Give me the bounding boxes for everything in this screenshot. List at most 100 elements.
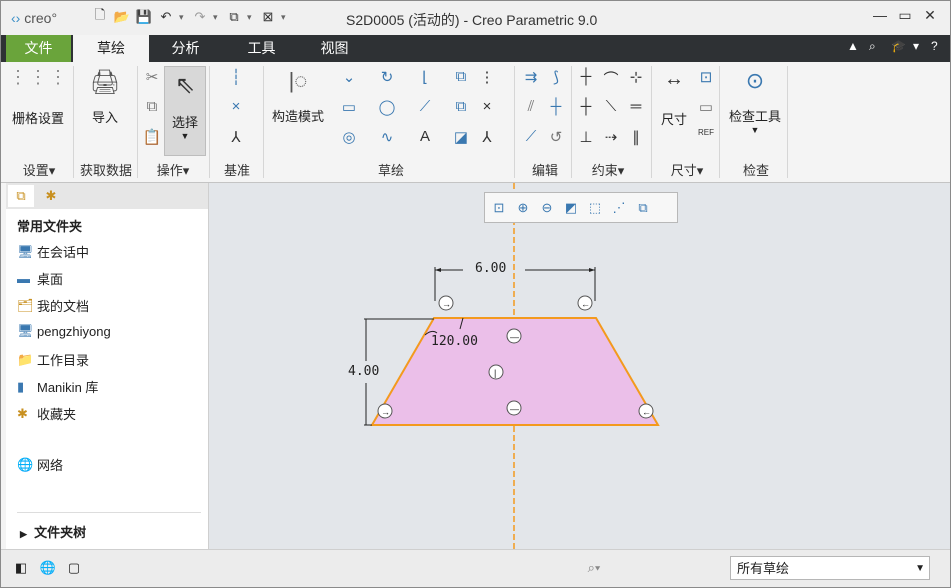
save-icon[interactable]: 💾: [135, 8, 153, 26]
palette-icon[interactable]: ◪: [451, 128, 471, 146]
width-dimension-label[interactable]: 6.00: [475, 261, 506, 276]
zoom-out-icon[interactable]: ⊖: [537, 198, 557, 218]
delete-segment-icon[interactable]: ⟆: [546, 68, 566, 86]
list-item-working-directory[interactable]: 📁 工作目录: [17, 350, 89, 369]
fillet-icon[interactable]: ⌊: [415, 68, 435, 86]
list-item-my-documents[interactable]: 🗂 我的文档: [17, 296, 89, 315]
toggle-browser-icon[interactable]: 🌐: [38, 560, 58, 580]
coincident-constraint-icon[interactable]: ⟍: [601, 98, 621, 115]
full-screen-icon[interactable]: ▢: [64, 560, 84, 580]
copy-icon[interactable]: ⧉: [142, 98, 162, 115]
rotate-resize-icon[interactable]: ↺: [546, 128, 566, 146]
list-item-favorites[interactable]: ✱ 收藏夹: [17, 404, 76, 423]
selection-filter-dropdown[interactable]: 所有草绘 ▼: [730, 556, 930, 580]
construction-mode-button[interactable]: |◌ 构造模式: [269, 68, 327, 125]
thicken-icon[interactable]: ⧉: [451, 98, 471, 115]
paste-icon[interactable]: 📋: [142, 128, 162, 146]
import-button[interactable]: 🖨 导入: [85, 68, 125, 126]
group-label-constraints[interactable]: 约束▾: [583, 160, 633, 179]
inspect-tool-button[interactable]: ⊙ 检查工具 ▼: [727, 68, 783, 135]
list-item-manikin-library[interactable]: ▮ Manikin 库: [17, 377, 98, 396]
help-question-icon[interactable]: ?: [931, 39, 938, 53]
horizontal-constraint-icon[interactable]: ┼: [576, 98, 596, 115]
group-label-dimension[interactable]: 尺寸▾: [665, 160, 709, 179]
select-dropdown-icon[interactable]: ▼: [165, 131, 205, 141]
line-icon[interactable]: ⌄: [339, 68, 359, 86]
display-style-icon[interactable]: ⬚: [585, 198, 605, 218]
undo-dropdown-icon[interactable]: ▾: [179, 12, 187, 23]
ellipse-icon[interactable]: ◯: [377, 98, 397, 116]
close-window-icon[interactable]: ⊠: [259, 8, 277, 26]
maximize-icon[interactable]: ▭: [893, 7, 917, 24]
customize-toolbar-icon[interactable]: ▾: [281, 12, 295, 23]
text-icon[interactable]: A: [415, 128, 435, 145]
regenerate-dropdown-icon[interactable]: ▾: [247, 12, 255, 23]
equal-constraint-icon[interactable]: ═: [626, 98, 646, 115]
redo-dropdown-icon[interactable]: ▾: [213, 12, 221, 23]
zoom-in-icon[interactable]: ⊕: [513, 198, 533, 218]
list-item-user[interactable]: 🖥 pengzhiyong: [17, 323, 111, 339]
help-icon[interactable]: 🎓: [891, 39, 906, 53]
baseline-icon[interactable]: ▭: [696, 98, 716, 116]
select-button[interactable]: ⇖ 选择 ▼: [164, 66, 206, 156]
list-item-network[interactable]: 🌐 网络: [17, 455, 63, 474]
tab-view[interactable]: 视图: [302, 35, 367, 62]
reference-dimension-icon[interactable]: REF: [696, 128, 716, 137]
menu-dropdown-icon[interactable]: ▾: [913, 39, 919, 53]
open-folder-icon[interactable]: 📂: [113, 8, 131, 26]
tab-tools[interactable]: 工具: [229, 35, 294, 62]
perpendicular-constraint-icon[interactable]: ⊥: [576, 128, 596, 146]
undo-icon[interactable]: ↶: [157, 8, 175, 26]
grid-settings-button[interactable]: ⋮⋮⋮ 栅格设置: [9, 68, 67, 127]
cut-icon[interactable]: ✂: [142, 68, 162, 86]
collapse-ribbon-icon[interactable]: ▲: [847, 39, 859, 53]
datum-centerline-icon[interactable]: ┆: [226, 68, 246, 86]
vertical-constraint-icon[interactable]: ┼: [576, 68, 596, 85]
list-item-desktop[interactable]: ▬ 桌面: [17, 269, 63, 288]
graphics-area[interactable]: — — | → ← → ← 6.00 4.00 120.00: [209, 183, 950, 549]
folder-browser-tab[interactable]: ⧉: [8, 185, 34, 207]
tangent-constraint-icon[interactable]: ⌒: [601, 68, 621, 89]
angle-dimension-label[interactable]: 120.00: [431, 334, 478, 349]
corner-icon[interactable]: ⟋: [521, 128, 541, 145]
search-icon[interactable]: ⌕: [869, 39, 876, 54]
new-file-icon[interactable]: 🗋: [91, 7, 109, 26]
centerline-icon[interactable]: ⋮: [477, 68, 497, 86]
sketch-view-icon[interactable]: ⧉: [633, 198, 653, 218]
tab-file[interactable]: 文件: [6, 35, 71, 62]
tab-sketch[interactable]: 草绘: [73, 35, 149, 62]
parallel-constraint-icon[interactable]: ∥: [626, 128, 646, 146]
coordinate-system-icon[interactable]: ⅄: [477, 128, 497, 146]
minimize-icon[interactable]: —: [868, 7, 892, 23]
dimension-button[interactable]: ↔ 尺寸: [656, 68, 692, 128]
symmetric-constraint-icon[interactable]: ⇢: [601, 128, 621, 146]
close-icon[interactable]: ✕: [918, 7, 942, 24]
point-icon[interactable]: ×: [477, 98, 497, 115]
group-label-settings[interactable]: 设置▾: [19, 160, 59, 179]
chamfer-icon[interactable]: ⟋: [415, 98, 435, 115]
refit-icon[interactable]: ⊡: [489, 198, 509, 218]
favorites-tab[interactable]: ✱: [38, 185, 64, 207]
group-label-operations[interactable]: 操作▾: [151, 160, 195, 179]
find-icon[interactable]: ⌕▾: [576, 560, 612, 580]
spline-icon[interactable]: ∿: [377, 128, 397, 146]
midpoint-constraint-icon[interactable]: ⊹: [626, 68, 646, 86]
datum-coordsys-icon[interactable]: ⅄: [226, 128, 246, 146]
circle-icon[interactable]: ◎: [339, 128, 359, 146]
height-dimension-label[interactable]: 4.00: [348, 364, 379, 379]
datum-point-icon[interactable]: ×: [226, 98, 246, 115]
offset-icon[interactable]: ⧉: [451, 68, 471, 85]
arc-icon[interactable]: ↻: [377, 68, 397, 86]
regenerate-icon[interactable]: ⧉: [225, 8, 243, 26]
inspect-dropdown-icon[interactable]: ▼: [727, 125, 783, 135]
redo-icon[interactable]: ↷: [191, 8, 209, 26]
mirror-icon[interactable]: ⫽: [521, 98, 541, 115]
list-item-in-session[interactable]: 🖥 在会话中: [17, 242, 89, 261]
repaint-icon[interactable]: ◩: [561, 198, 581, 218]
tab-analysis[interactable]: 分析: [153, 35, 218, 62]
divide-icon[interactable]: ┼: [546, 98, 566, 115]
sketch-display-filter-icon[interactable]: ⋰: [609, 198, 629, 218]
perimeter-icon[interactable]: ⊡: [696, 68, 716, 86]
folder-tree-toggle[interactable]: ▶ 文件夹树: [20, 522, 86, 541]
rectangle-icon[interactable]: ▭: [339, 98, 359, 116]
